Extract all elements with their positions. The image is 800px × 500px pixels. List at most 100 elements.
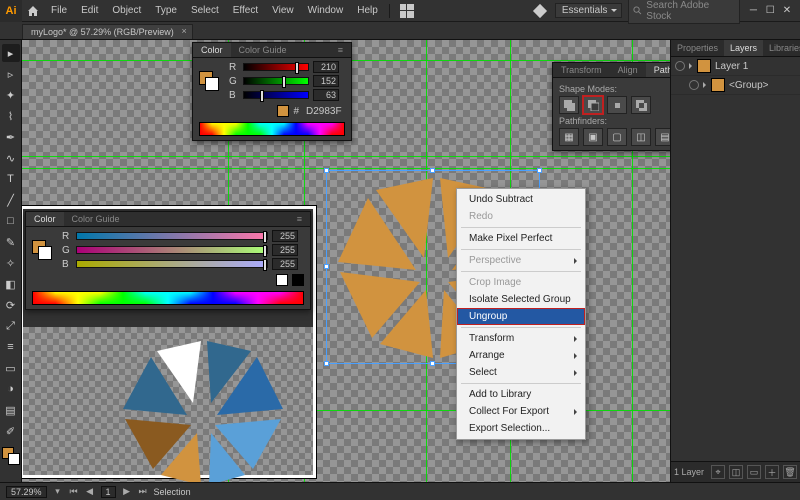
slider-r[interactable] bbox=[76, 232, 268, 240]
eraser-tool[interactable]: ◧ bbox=[2, 275, 20, 293]
menu-object[interactable]: Object bbox=[105, 0, 148, 22]
eyedropper-tool[interactable]: ✐ bbox=[2, 422, 20, 440]
artboard-nav-field[interactable]: 1 bbox=[101, 486, 116, 498]
outline-button[interactable]: ▤ bbox=[655, 128, 670, 146]
value-r[interactable]: 210 bbox=[313, 61, 339, 73]
tab-align[interactable]: Align bbox=[610, 63, 646, 77]
context-item-add-to-library[interactable]: Add to Library bbox=[457, 386, 585, 403]
maximize-button[interactable]: ☐ bbox=[763, 5, 777, 16]
context-item-undo-subtract[interactable]: Undo Subtract bbox=[457, 191, 585, 208]
panel-menu-button[interactable]: ≡ bbox=[330, 43, 351, 57]
tab-layers[interactable]: Layers bbox=[724, 40, 763, 56]
slider-r[interactable] bbox=[243, 63, 309, 71]
layer-name[interactable]: <Group> bbox=[729, 80, 768, 91]
value-g[interactable]: 255 bbox=[272, 244, 298, 256]
selection-tool[interactable]: ▸ bbox=[2, 44, 20, 62]
zoom-dropdown-icon[interactable]: ▾ bbox=[53, 487, 63, 497]
disclosure-icon[interactable] bbox=[703, 82, 709, 88]
slider-b[interactable] bbox=[243, 91, 309, 99]
locate-object-button[interactable]: ⌖ bbox=[711, 465, 725, 479]
home-button[interactable] bbox=[22, 5, 44, 17]
slider-g[interactable] bbox=[76, 246, 268, 254]
shaper-tool[interactable]: ✧ bbox=[2, 254, 20, 272]
close-tab-button[interactable]: × bbox=[181, 26, 186, 36]
magic-wand-tool[interactable]: ✦ bbox=[2, 86, 20, 104]
unite-button[interactable] bbox=[559, 96, 579, 114]
tab-pathfinder[interactable]: Pathfinder bbox=[646, 63, 670, 77]
layer-name[interactable]: Layer 1 bbox=[715, 61, 748, 72]
menu-type[interactable]: Type bbox=[148, 0, 184, 22]
last-artboard-button[interactable]: ⏭ bbox=[138, 487, 148, 497]
context-item-ungroup[interactable]: Ungroup bbox=[457, 308, 585, 325]
value-r[interactable]: 255 bbox=[272, 230, 298, 242]
visibility-toggle[interactable] bbox=[689, 80, 699, 90]
lasso-tool[interactable]: ⌇ bbox=[2, 107, 20, 125]
scale-tool[interactable]: ⤢ bbox=[2, 317, 20, 335]
tab-properties[interactable]: Properties bbox=[671, 40, 724, 56]
trim-button[interactable]: ▣ bbox=[583, 128, 603, 146]
value-b[interactable]: 255 bbox=[272, 258, 298, 270]
gradient-tool[interactable]: ▤ bbox=[2, 401, 20, 419]
arrange-documents-button[interactable] bbox=[400, 4, 414, 18]
next-artboard-button[interactable]: ▶ bbox=[122, 487, 132, 497]
menu-select[interactable]: Select bbox=[184, 0, 226, 22]
color-swatch[interactable] bbox=[32, 240, 52, 260]
menu-view[interactable]: View bbox=[265, 0, 301, 22]
gpu-preview-icon[interactable] bbox=[533, 3, 547, 17]
tab-libraries[interactable]: Libraries bbox=[763, 40, 800, 56]
fill-stroke-swatch[interactable] bbox=[2, 447, 20, 465]
crop-button[interactable]: ◫ bbox=[631, 128, 651, 146]
tab-color[interactable]: Color bbox=[26, 212, 64, 226]
menu-effect[interactable]: Effect bbox=[226, 0, 265, 22]
line-tool[interactable]: ╱ bbox=[2, 191, 20, 209]
layer-row[interactable]: <Group> bbox=[671, 76, 800, 95]
menu-edit[interactable]: Edit bbox=[74, 0, 105, 22]
divide-button[interactable]: ▦ bbox=[559, 128, 579, 146]
minimize-button[interactable]: ─ bbox=[746, 5, 760, 16]
tab-color[interactable]: Color bbox=[193, 43, 231, 57]
color-swatch[interactable] bbox=[199, 71, 219, 91]
menu-file[interactable]: File bbox=[44, 0, 74, 22]
slider-g[interactable] bbox=[243, 77, 309, 85]
search-stock-input[interactable]: Search Adobe Stock bbox=[628, 0, 740, 24]
intersect-button[interactable] bbox=[607, 96, 627, 114]
tab-color-guide[interactable]: Color Guide bbox=[64, 212, 128, 226]
layer-row[interactable]: Layer 1 bbox=[671, 57, 800, 76]
rotate-tool[interactable]: ⟳ bbox=[2, 296, 20, 314]
free-transform-tool[interactable]: ▭ bbox=[2, 359, 20, 377]
context-item-export-selection[interactable]: Export Selection... bbox=[457, 420, 585, 437]
menu-help[interactable]: Help bbox=[350, 0, 385, 22]
direct-selection-tool[interactable]: ▹ bbox=[2, 65, 20, 83]
color-spectrum[interactable] bbox=[32, 291, 304, 305]
context-item-arrange[interactable]: Arrange bbox=[457, 347, 585, 364]
exclude-button[interactable] bbox=[631, 96, 651, 114]
menu-window[interactable]: Window bbox=[301, 0, 351, 22]
tab-transform[interactable]: Transform bbox=[553, 63, 610, 77]
curvature-tool[interactable]: ∿ bbox=[2, 149, 20, 167]
rectangle-tool[interactable]: □ bbox=[2, 212, 20, 230]
context-item-isolate-selected-group[interactable]: Isolate Selected Group bbox=[457, 291, 585, 308]
close-button[interactable]: ✕ bbox=[780, 5, 794, 16]
color-spectrum[interactable] bbox=[199, 122, 345, 136]
hex-input[interactable]: D2983F bbox=[303, 106, 345, 117]
context-item-make-pixel-perfect[interactable]: Make Pixel Perfect bbox=[457, 230, 585, 247]
minus-front-button[interactable] bbox=[583, 96, 603, 114]
disclosure-icon[interactable] bbox=[689, 63, 695, 69]
visibility-toggle[interactable] bbox=[675, 61, 685, 71]
pen-tool[interactable]: ✒ bbox=[2, 128, 20, 146]
panel-menu-button[interactable]: ≡ bbox=[289, 212, 310, 226]
delete-layer-button[interactable]: 🗑 bbox=[783, 465, 797, 479]
merge-button[interactable]: ▢ bbox=[607, 128, 627, 146]
new-layer-button[interactable]: ＋ bbox=[765, 465, 779, 479]
value-g[interactable]: 152 bbox=[313, 75, 339, 87]
context-item-select[interactable]: Select bbox=[457, 364, 585, 381]
context-item-transform[interactable]: Transform bbox=[457, 330, 585, 347]
shape-builder-tool[interactable]: ◑ bbox=[2, 380, 20, 398]
slider-b[interactable] bbox=[76, 260, 268, 268]
document-tab[interactable]: myLogo* @ 57.29% (RGB/Preview) × bbox=[22, 24, 193, 39]
new-sublayer-button[interactable]: ▭ bbox=[747, 465, 761, 479]
prev-artboard-button[interactable]: ◀ bbox=[85, 487, 95, 497]
width-tool[interactable]: ≡ bbox=[2, 338, 20, 356]
type-tool[interactable]: T bbox=[2, 170, 20, 188]
make-clipping-mask-button[interactable]: ◫ bbox=[729, 465, 743, 479]
